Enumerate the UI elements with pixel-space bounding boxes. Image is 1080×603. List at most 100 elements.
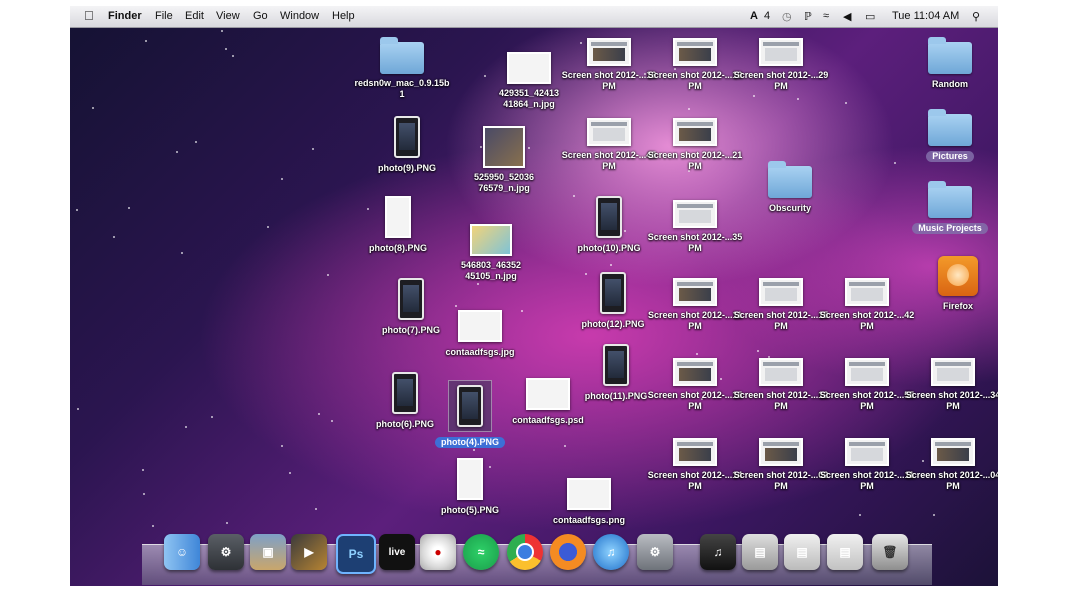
- spotlight-icon[interactable]: ⚲: [972, 10, 980, 23]
- star: [76, 209, 78, 211]
- desktop-icon-ss-45[interactable]: Screen shot 2012-...45 PM: [561, 118, 657, 174]
- stack-dock-icon[interactable]: ▤: [827, 534, 863, 570]
- adobe-status-icon[interactable]: A: [750, 10, 758, 22]
- desktop-icon-ss-11a[interactable]: Screen shot 2012-...11 PM: [647, 278, 743, 334]
- photoshop-dock-icon[interactable]: Ps: [336, 534, 376, 574]
- desktop-icon-ss-19[interactable]: Screen shot 2012-...19 PM: [647, 38, 743, 94]
- image-thumbnail-icon: [470, 224, 512, 256]
- desktop-icon-ss-35[interactable]: Screen shot 2012-...35 PM: [647, 200, 743, 256]
- folder-icon: [380, 37, 424, 74]
- desktop-screen:  Finder File Edit View Go Window Help A…: [70, 6, 998, 586]
- music-folder-dock-icon[interactable]: ♫: [700, 534, 736, 570]
- desktop-icon-ss-12[interactable]: Screen shot 2012-...12 PM: [733, 358, 829, 414]
- desktop-icon-random[interactable]: Random: [902, 37, 998, 92]
- desktop-icon-ss-14[interactable]: Screen shot 2012-...14 PM: [647, 438, 743, 494]
- star: [232, 55, 234, 57]
- time-machine-icon[interactable]: ◷: [782, 10, 792, 23]
- volume-icon[interactable]: ◀: [843, 10, 851, 23]
- desktop-icon-ss-02[interactable]: Screen shot 2012-...02 PM: [733, 438, 829, 494]
- desktop-icon-ss-04[interactable]: Screen shot 2012-...04 PM: [905, 438, 998, 494]
- clock[interactable]: Tue 11:04 AM: [892, 10, 959, 22]
- menu-go[interactable]: Go: [253, 10, 268, 22]
- steam-dock-icon[interactable]: ⚙: [208, 534, 244, 570]
- menu-finder[interactable]: Finder: [108, 10, 142, 22]
- cd-burner-dock-icon[interactable]: ●: [420, 534, 456, 570]
- image-thumbnail-icon: [458, 310, 502, 342]
- desktop-icon-ss-16[interactable]: Screen shot 2012-...16 PM: [561, 38, 657, 94]
- icon-label: 525950_52036 76579_n.jpg: [473, 172, 535, 193]
- desktop-icon-ss-34[interactable]: Screen shot 2012-...34 PM: [905, 358, 998, 414]
- system-preferences-icon[interactable]: ⚙: [637, 534, 673, 570]
- icon-label: redsn0w_mac_0.9.15b1: [354, 78, 450, 99]
- icon-label: Screen shot 2012-...15 PM: [647, 390, 743, 411]
- icon-label: Screen shot 2012-...16 PM: [561, 70, 657, 91]
- image-thumbnail-icon: [457, 385, 483, 427]
- screenshot-thumbnail-icon: [673, 278, 717, 306]
- desktop-icon-ss-11b[interactable]: Screen shot 2012-...11 PM: [819, 438, 915, 494]
- icon-label: Screen shot 2012-...42 PM: [819, 310, 915, 331]
- icon-label: 546803_46352 45105_n.jpg: [460, 260, 522, 281]
- spotify-dock-icon[interactable]: ≈: [463, 534, 499, 570]
- star: [225, 48, 227, 50]
- icon-label: Screen shot 2012-...29 PM: [733, 70, 829, 91]
- desktop-icon-jpg-525[interactable]: 525950_52036 76579_n.jpg: [456, 126, 552, 196]
- image-thumbnail-icon: [507, 52, 551, 84]
- desktop-icon-obscurity[interactable]: Obscurity: [742, 161, 838, 216]
- icon-label: Firefox: [942, 301, 973, 311]
- desktop-icon-ss-21[interactable]: Screen shot 2012-...21 PM: [647, 118, 743, 174]
- icon-label: Screen shot 2012-...15 PM: [733, 310, 829, 331]
- star: [142, 469, 144, 471]
- desktop-icon-contaad-jpg[interactable]: contaadfsgs.jpg: [432, 310, 528, 360]
- desktop-icon-photo5[interactable]: photo(5).PNG: [422, 458, 518, 518]
- stack-dock-icon[interactable]: ▤: [742, 534, 778, 570]
- star: [226, 522, 228, 524]
- menu-file[interactable]: File: [155, 10, 173, 22]
- wifi-icon[interactable]: ≈: [823, 10, 829, 22]
- desktop-icon-firefox[interactable]: Firefox: [910, 256, 998, 314]
- desktop-icon-pictures[interactable]: Pictures: [902, 109, 998, 164]
- desktop-icon-jpg-546[interactable]: 546803_46352 45105_n.jpg: [443, 224, 539, 284]
- chrome-dock-icon[interactable]: [507, 534, 543, 570]
- star: [564, 445, 566, 447]
- desktop-icon-photo8[interactable]: photo(8).PNG: [350, 196, 446, 256]
- image-thumbnail-icon: [398, 278, 424, 320]
- image-thumbnail-icon: [600, 272, 626, 314]
- image-thumbnail-icon: [394, 116, 420, 158]
- desktop-icon-ss-55[interactable]: Screen shot 2012-...55 PM: [819, 358, 915, 414]
- star: [152, 525, 154, 527]
- screenshot-thumbnail-icon: [587, 38, 631, 66]
- ableton-live-dock-icon[interactable]: live: [379, 534, 415, 570]
- final-cut-dock-icon[interactable]: ▶: [291, 534, 327, 570]
- desktop-icon-ss-15a[interactable]: Screen shot 2012-...15 PM: [733, 278, 829, 334]
- desktop-icon-ss-42[interactable]: Screen shot 2012-...42 PM: [819, 278, 915, 334]
- star: [610, 264, 612, 266]
- menu-edit[interactable]: Edit: [185, 10, 204, 22]
- battery-icon[interactable]: ▭: [865, 10, 875, 23]
- image-thumbnail-icon: [385, 196, 411, 238]
- desktop-icon-ss-15b[interactable]: Screen shot 2012-...15 PM: [647, 358, 743, 414]
- desktop-icon-contaad-png[interactable]: contaadfsgs.png: [541, 478, 637, 528]
- star: [331, 420, 333, 422]
- finder-dock-icon[interactable]: ☺: [164, 534, 200, 570]
- desktop-icon-photo9[interactable]: photo(9).PNG: [359, 116, 455, 176]
- stack-dock-icon[interactable]: ▤: [784, 534, 820, 570]
- menu-window[interactable]: Window: [280, 10, 319, 22]
- star: [318, 413, 320, 415]
- desktop-icon-redsn0w[interactable]: redsn0w_mac_0.9.15b1: [354, 37, 450, 102]
- screenshot-thumbnail-icon: [673, 200, 717, 228]
- screenshot-thumbnail-icon: [673, 38, 717, 66]
- icon-label: photo(11).PNG: [584, 391, 648, 401]
- apple-menu-icon[interactable]: : [84, 8, 94, 23]
- desktop-icon-music-projects[interactable]: Music Projects: [902, 181, 998, 236]
- desktop-icon-ss-29[interactable]: Screen shot 2012-...29 PM: [733, 38, 829, 94]
- menu-view[interactable]: View: [216, 10, 240, 22]
- image-app-dock-icon[interactable]: ▣: [250, 534, 286, 570]
- firefox-dock-icon[interactable]: [550, 534, 586, 570]
- icon-label: photo(4).PNG: [435, 437, 505, 448]
- bluetooth-icon[interactable]: ℙ: [804, 10, 812, 23]
- trash-icon[interactable]: 🗑: [872, 534, 908, 570]
- itunes-dock-icon[interactable]: ♫: [593, 534, 629, 570]
- desktop-icon-photo10[interactable]: photo(10).PNG: [561, 196, 657, 256]
- menu-help[interactable]: Help: [332, 10, 355, 22]
- icon-label: Screen shot 2012-...45 PM: [561, 150, 657, 171]
